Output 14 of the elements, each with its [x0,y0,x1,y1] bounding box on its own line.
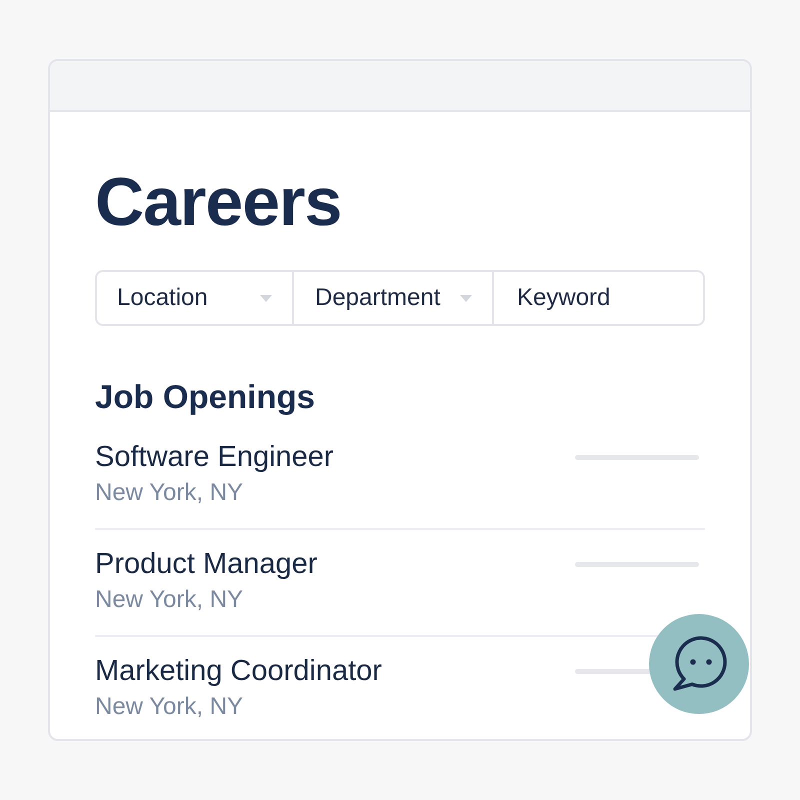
job-title: Marketing Coordinator [95,654,382,688]
caret-icon [260,294,272,302]
job-title: Product Manager [95,547,318,581]
section-heading: Job Openings [95,377,316,417]
keyword-field[interactable]: Keyword [494,270,705,326]
caret-icon [460,294,472,302]
job-title: Software Engineer [95,440,334,474]
job-location: New York, NY [95,478,244,508]
filter-dropdown[interactable]: Department [294,270,494,326]
filter-dropdown[interactable]: Location [95,270,294,326]
job-location: New York, NY [95,692,244,722]
chat-bubble-icon [670,636,728,692]
page-title: Careers [95,168,342,236]
job-location: New York, NY [95,585,244,615]
